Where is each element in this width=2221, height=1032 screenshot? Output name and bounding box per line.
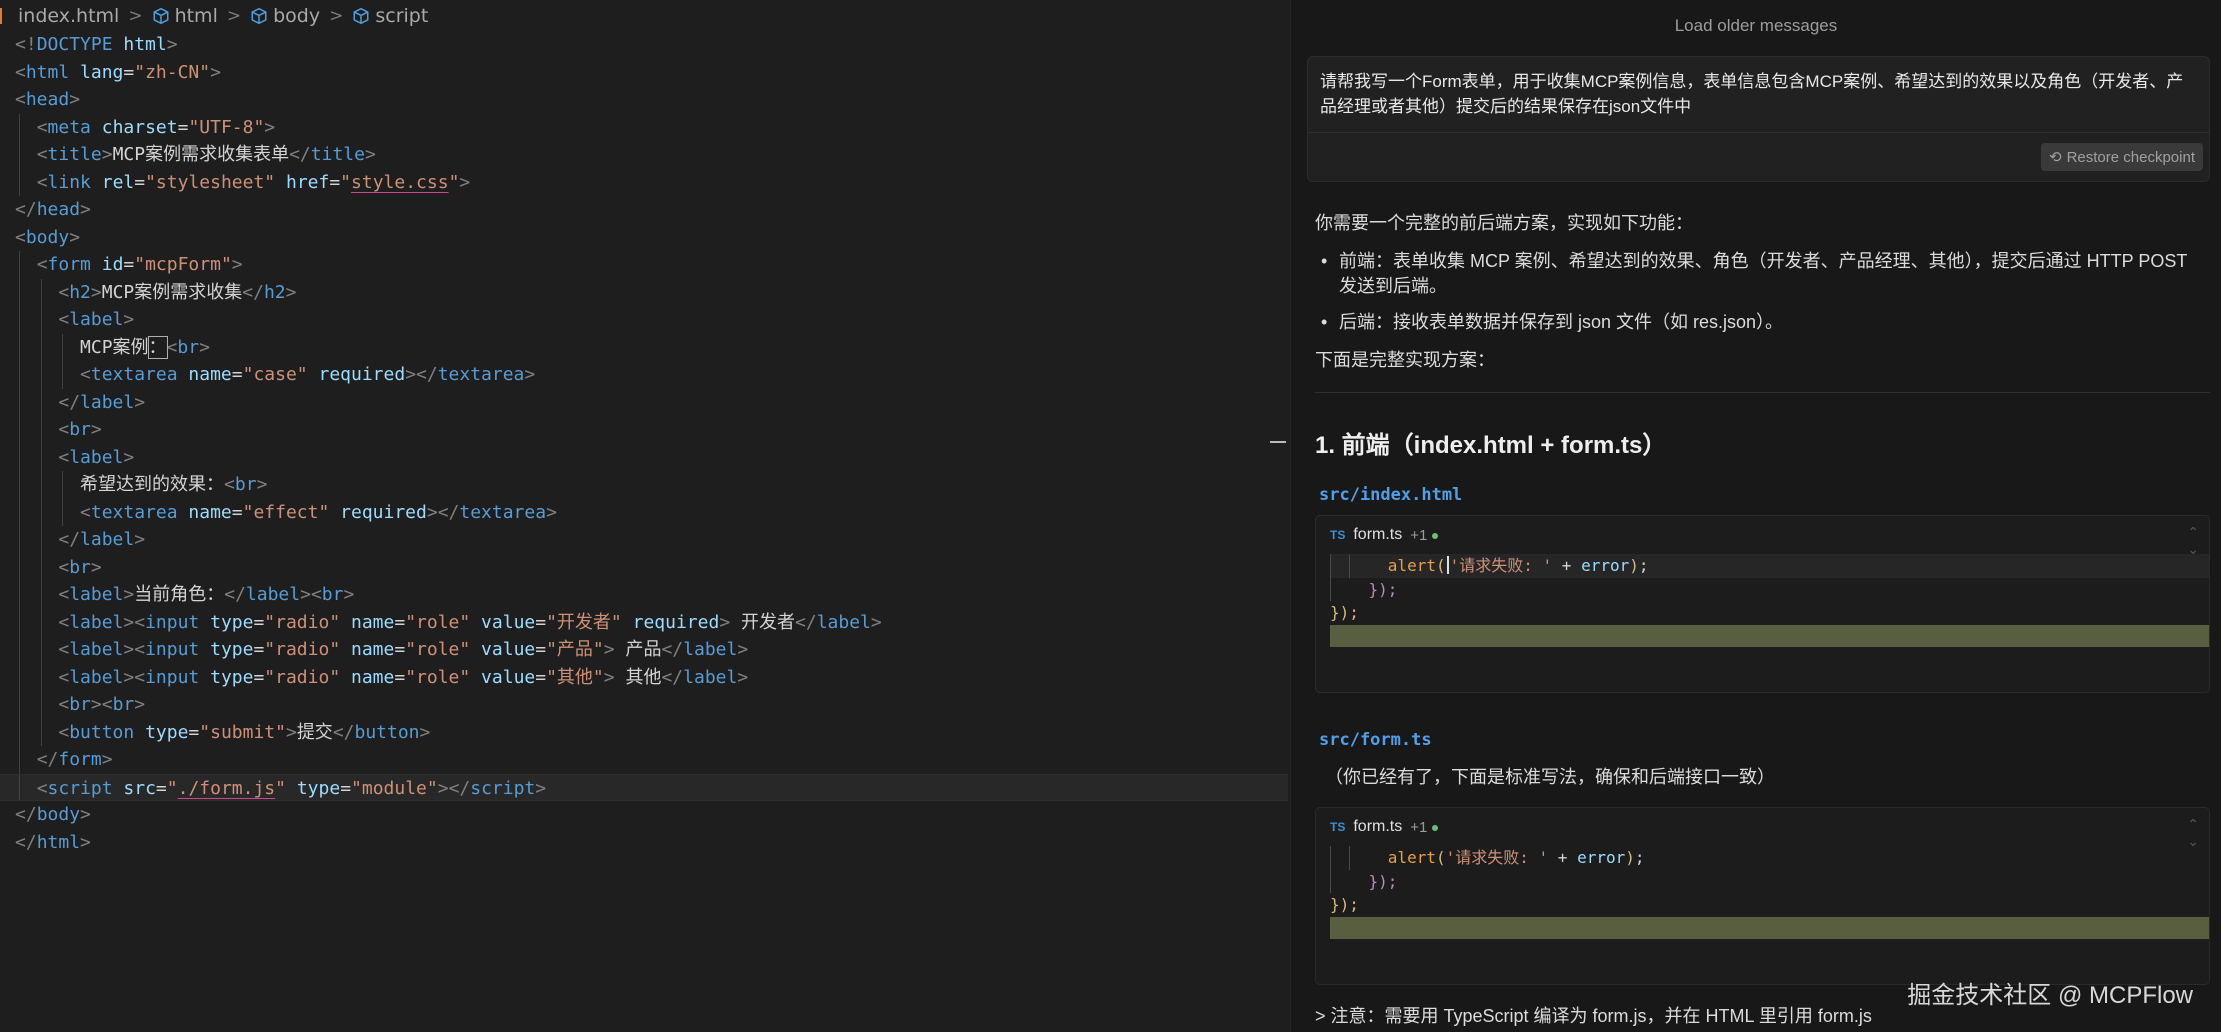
divider [1315, 392, 2210, 393]
restore-checkpoint-button[interactable]: ⟲ Restore checkpoint [2041, 143, 2203, 171]
existing-note: （你已经有了，下面是标准写法，确保和后端接口一致） [1325, 767, 1775, 787]
chevron-right-icon: > [226, 6, 242, 26]
chat-panel: Load older messages 请帮我写一个Form表单，用于收集MCP… [1290, 0, 2221, 1032]
code-line[interactable]: <!DOCTYPE html> [0, 31, 1288, 59]
code-line[interactable]: <body> [0, 224, 1288, 252]
expand-collapse-icon[interactable]: ⌃ ⌄ [2187, 524, 2199, 558]
intro-text: 你需要一个完整的前后端方案，实现如下功能： [1315, 213, 1693, 233]
code-line[interactable]: <br> [0, 416, 1288, 444]
restore-checkpoint-label: Restore checkpoint [2066, 148, 2195, 166]
lead-text: 下面是完整实现方案： [1315, 350, 1495, 370]
code-line[interactable]: </head> [0, 196, 1288, 224]
text-caret [1446, 556, 1449, 574]
watermark: 掘金技术社区 @ MCPFlow [1907, 982, 2193, 1009]
code-line[interactable]: <link rel="stylesheet" href="style.css"> [0, 168, 1288, 196]
chevron-right-icon: > [128, 6, 143, 26]
expand-collapse-icon[interactable]: ⌃ ⌄ [2187, 816, 2199, 850]
element-cube-icon [353, 7, 369, 25]
breadcrumb: index.html > html > body > script [0, 0, 1288, 32]
code-line: }); [1330, 895, 1359, 914]
panel-collapse-handle[interactable] [1270, 441, 1286, 443]
code-line[interactable]: <html lang="zh-CN"> [0, 59, 1288, 87]
code-line[interactable]: </body> [0, 801, 1288, 829]
code-editor[interactable]: index.html > html > body > script <!DOCT… [0, 0, 1288, 1032]
breadcrumb-html[interactable]: html [152, 5, 218, 27]
code-line[interactable]: <textarea name="effect" required></texta… [0, 498, 1288, 526]
user-message-card[interactable]: 请帮我写一个Form表单，用于收集MCP案例信息，表单信息包含MCP案例、希望达… [1307, 56, 2210, 182]
code-line[interactable]: <label> [0, 443, 1288, 471]
code-line[interactable]: <textarea name="case" required></textare… [0, 361, 1288, 389]
code-line[interactable]: <label> [0, 306, 1288, 334]
code-line[interactable]: <meta charset="UTF-8"> [0, 113, 1288, 141]
file-path-index[interactable]: src/index.html [1319, 485, 1462, 505]
element-cube-icon [251, 7, 267, 25]
undo-icon: ⟲ [2049, 149, 2062, 166]
code-line[interactable]: <br><br> [0, 691, 1288, 719]
breadcrumb-body[interactable]: body [250, 5, 320, 27]
code-block-filename: form.ts [1353, 818, 1403, 835]
typescript-icon: TS [1330, 820, 1346, 834]
code-line[interactable]: <label><input type="radio" name="role" v… [0, 608, 1288, 636]
code-line: }); [1330, 577, 2209, 601]
code-line[interactable]: </form> [0, 746, 1288, 774]
code-line[interactable]: <head> [0, 86, 1288, 114]
code-block-header[interactable]: TS form.ts +1 ⌃ ⌄ [1316, 808, 2209, 849]
code-block-body[interactable]: alert('请求失败: ' + error); }); }); [1330, 846, 2209, 939]
code-line[interactable]: <br> [0, 553, 1288, 581]
code-lines[interactable]: <!DOCTYPE html> <html lang="zh-CN"> <head>… [0, 31, 1288, 856]
code-line[interactable]: <label>当前角色：</label><br> [0, 581, 1288, 609]
code-line: alert('请求失败: ' + error); [1330, 554, 2209, 578]
code-block-header[interactable]: TS form.ts +1 ⌃ ⌄ [1316, 516, 2209, 557]
code-line[interactable]: </label> [0, 526, 1288, 554]
user-message-text: 请帮我写一个Form表单，用于收集MCP案例信息，表单信息包含MCP案例、希望达… [1308, 57, 2209, 133]
breadcrumb-file[interactable]: index.html [18, 5, 119, 27]
code-line[interactable]: <button type="submit">提交</button> [0, 718, 1288, 746]
code-line[interactable]: <h2>MCP案例需求收集</h2> [0, 278, 1288, 306]
bullet-frontend: 前端：表单收集 MCP 案例、希望达到的效果、角色（开发者、产品经理、其他），提… [1315, 249, 2195, 299]
diff-count-badge: +1 [1410, 527, 1439, 544]
code-line[interactable]: <form id="mcpForm"> [0, 251, 1288, 279]
code-line: alert('请求失败: ' + error); [1330, 846, 2209, 870]
code-line: }); [1330, 603, 1359, 622]
chevron-right-icon: > [329, 6, 344, 26]
code-block-filename: form.ts [1353, 526, 1403, 543]
code-line[interactable]: <label><input type="radio" name="role" v… [0, 636, 1288, 664]
element-cube-icon [153, 7, 169, 25]
code-line[interactable]: <label><input type="radio" name="role" v… [0, 663, 1288, 691]
load-older-messages-link[interactable]: Load older messages [1291, 16, 2221, 36]
file-modified-marker [0, 8, 6, 24]
file-path-form[interactable]: src/form.ts [1319, 730, 1432, 750]
code-line[interactable]: <title>MCP案例需求收集表单</title> [0, 141, 1288, 169]
typescript-icon: TS [1330, 528, 1346, 542]
code-block-card[interactable]: TS form.ts +1 ⌃⌄ alert('请求失败: ' + error)… [1315, 515, 2210, 693]
code-line[interactable]: MCP案例：<br> [0, 333, 1288, 361]
code-line[interactable]: </label> [0, 388, 1288, 416]
code-line[interactable]: </html> [0, 829, 1288, 857]
diff-highlight-bar [1330, 624, 2209, 647]
code-block-body[interactable]: alert('请求失败: ' + error); }); }); [1330, 554, 2209, 647]
bullet-backend: 后端：接收表单数据并保存到 json 文件（如 res.json）。 [1315, 310, 2195, 335]
code-line: }); [1330, 869, 2209, 893]
bottom-note: > 注意：需要用 TypeScript 编译为 form.js，并在 HTML … [1315, 1006, 1872, 1026]
section-heading: 1. 前端（index.html + form.ts） [1315, 432, 1667, 459]
breadcrumb-script[interactable]: script [352, 5, 428, 27]
diff-highlight-bar [1330, 916, 2209, 939]
code-block-card[interactable]: TS form.ts +1 ⌃⌄ alert('请求失败: ' + error)… [1315, 807, 2210, 985]
code-line[interactable]: <script src="./form.js" type="module"></… [0, 773, 1288, 801]
code-line[interactable]: 希望达到的效果：<br> [0, 471, 1288, 499]
diff-count-badge: +1 [1410, 819, 1439, 836]
